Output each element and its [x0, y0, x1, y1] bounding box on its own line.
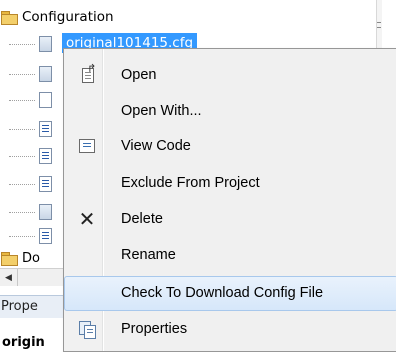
menu-item-label: Properties	[121, 321, 188, 337]
tree-connector	[9, 100, 35, 101]
delete-icon: ✕	[78, 207, 96, 231]
code-file-icon	[39, 228, 52, 244]
tree-connector	[9, 184, 35, 185]
menu-item-label: Exclude From Project	[121, 175, 260, 191]
menu-item-open[interactable]: ↱ Open	[66, 58, 396, 92]
properties-icon	[78, 320, 96, 339]
menu-item-open-with[interactable]: Open With...	[66, 94, 396, 128]
properties-panel-title: Prope	[1, 299, 38, 314]
code-file-icon	[39, 121, 52, 137]
menu-item-label: View Code	[121, 138, 191, 154]
menu-item-properties[interactable]: Properties	[66, 312, 396, 346]
scroll-grip	[377, 22, 381, 28]
tree-folder-label: Configuration	[22, 9, 114, 25]
code-file-icon	[39, 148, 52, 164]
tree-row[interactable]	[0, 89, 64, 111]
menu-item-label: Delete	[121, 211, 163, 227]
open-icon: ↱	[78, 63, 96, 84]
menu-item-check-to-download-config-file[interactable]: Check To Download Config File	[64, 276, 396, 311]
code-file-icon	[39, 176, 52, 192]
menu-item-label: Rename	[121, 247, 176, 263]
tree-row[interactable]	[0, 225, 64, 247]
properties-object-name: origin	[2, 335, 45, 350]
menu-item-delete[interactable]: ✕ Delete	[66, 202, 396, 236]
tree-folder-label: Do	[22, 250, 40, 266]
view-code-icon	[79, 139, 95, 153]
tree-row[interactable]	[0, 33, 64, 55]
context-menu: ↱ Open Open With... View Code Exclude Fr…	[63, 48, 396, 352]
tree-connector	[9, 236, 35, 237]
tree-folder[interactable]: Do	[0, 250, 40, 266]
menu-item-label: Check To Download Config File	[121, 285, 324, 301]
blank-file-icon	[39, 92, 52, 108]
cfg-file-icon	[39, 204, 52, 220]
tree-connector	[9, 156, 35, 157]
cfg-file-icon	[39, 66, 52, 82]
menu-item-view-code[interactable]: View Code	[66, 129, 396, 163]
menu-item-rename[interactable]: Rename	[66, 238, 396, 272]
menu-item-label: Open With...	[121, 103, 202, 119]
cfg-file-icon	[39, 36, 52, 52]
folder-icon	[0, 251, 18, 266]
tree-row[interactable]	[0, 201, 64, 223]
tree-folder-configuration[interactable]: Configuration	[0, 7, 114, 27]
scroll-left-arrow-icon[interactable]: ◀	[0, 269, 18, 286]
tree-row[interactable]	[0, 173, 64, 195]
tree-row[interactable]	[0, 63, 64, 85]
tree-connector	[9, 74, 35, 75]
tree-connector	[9, 129, 35, 130]
folder-open-icon	[0, 10, 18, 25]
tree-connector	[9, 212, 35, 213]
menu-item-label: Open	[121, 67, 157, 83]
tree-row[interactable]	[0, 145, 64, 167]
tree-row[interactable]	[0, 118, 64, 140]
menu-item-exclude-from-project[interactable]: Exclude From Project	[66, 166, 396, 200]
tree-connector	[9, 44, 35, 45]
